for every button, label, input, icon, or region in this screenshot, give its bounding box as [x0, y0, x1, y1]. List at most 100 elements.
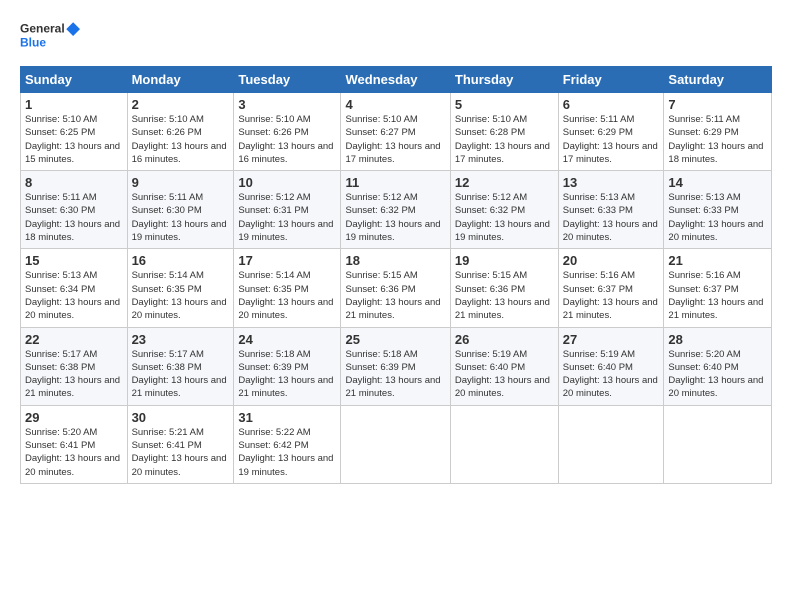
day-number: 20 — [563, 253, 660, 268]
sunrise-label: Sunrise: 5:20 AM — [668, 349, 740, 360]
sunset-label: Sunset: 6:36 PM — [455, 284, 525, 295]
day-number: 6 — [563, 97, 660, 112]
day-number: 12 — [455, 175, 554, 190]
calendar-cell: 19 Sunrise: 5:15 AM Sunset: 6:36 PM Dayl… — [450, 249, 558, 327]
daylight-label: Daylight: 13 hours and 18 minutes. — [25, 219, 120, 243]
day-number: 5 — [455, 97, 554, 112]
sunrise-label: Sunrise: 5:13 AM — [668, 192, 740, 203]
daylight-label: Daylight: 13 hours and 20 minutes. — [563, 375, 658, 399]
calendar-cell: 17 Sunrise: 5:14 AM Sunset: 6:35 PM Dayl… — [234, 249, 341, 327]
daylight-label: Daylight: 13 hours and 17 minutes. — [345, 141, 440, 165]
weekday-header-friday: Friday — [558, 67, 664, 93]
day-number: 10 — [238, 175, 336, 190]
sunset-label: Sunset: 6:26 PM — [238, 127, 308, 138]
calendar-cell: 7 Sunrise: 5:11 AM Sunset: 6:29 PM Dayli… — [664, 93, 772, 171]
day-info: Sunrise: 5:11 AM Sunset: 6:29 PM Dayligh… — [563, 113, 660, 166]
calendar-cell: 2 Sunrise: 5:10 AM Sunset: 6:26 PM Dayli… — [127, 93, 234, 171]
daylight-label: Daylight: 13 hours and 21 minutes. — [563, 297, 658, 321]
daylight-label: Daylight: 13 hours and 20 minutes. — [668, 219, 763, 243]
sunrise-label: Sunrise: 5:21 AM — [132, 427, 204, 438]
day-info: Sunrise: 5:20 AM Sunset: 6:40 PM Dayligh… — [668, 348, 767, 401]
day-info: Sunrise: 5:18 AM Sunset: 6:39 PM Dayligh… — [238, 348, 336, 401]
day-number: 17 — [238, 253, 336, 268]
daylight-label: Daylight: 13 hours and 19 minutes. — [455, 219, 550, 243]
sunrise-label: Sunrise: 5:16 AM — [563, 270, 635, 281]
sunrise-label: Sunrise: 5:13 AM — [25, 270, 97, 281]
day-number: 4 — [345, 97, 445, 112]
day-info: Sunrise: 5:15 AM Sunset: 6:36 PM Dayligh… — [455, 269, 554, 322]
day-info: Sunrise: 5:16 AM Sunset: 6:37 PM Dayligh… — [563, 269, 660, 322]
day-number: 29 — [25, 410, 123, 425]
sunrise-label: Sunrise: 5:15 AM — [455, 270, 527, 281]
sunrise-label: Sunrise: 5:11 AM — [132, 192, 204, 203]
sunset-label: Sunset: 6:34 PM — [25, 284, 95, 295]
day-info: Sunrise: 5:17 AM Sunset: 6:38 PM Dayligh… — [25, 348, 123, 401]
day-number: 25 — [345, 332, 445, 347]
sunrise-label: Sunrise: 5:19 AM — [455, 349, 527, 360]
calendar-cell: 23 Sunrise: 5:17 AM Sunset: 6:38 PM Dayl… — [127, 327, 234, 405]
day-info: Sunrise: 5:13 AM Sunset: 6:34 PM Dayligh… — [25, 269, 123, 322]
calendar-cell: 28 Sunrise: 5:20 AM Sunset: 6:40 PM Dayl… — [664, 327, 772, 405]
sunset-label: Sunset: 6:29 PM — [668, 127, 738, 138]
daylight-label: Daylight: 13 hours and 21 minutes. — [455, 297, 550, 321]
day-number: 21 — [668, 253, 767, 268]
sunset-label: Sunset: 6:42 PM — [238, 440, 308, 451]
day-info: Sunrise: 5:15 AM Sunset: 6:36 PM Dayligh… — [345, 269, 445, 322]
sunrise-label: Sunrise: 5:12 AM — [455, 192, 527, 203]
sunrise-label: Sunrise: 5:11 AM — [668, 114, 740, 125]
day-info: Sunrise: 5:11 AM Sunset: 6:30 PM Dayligh… — [25, 191, 123, 244]
calendar-week-1: 1 Sunrise: 5:10 AM Sunset: 6:25 PM Dayli… — [21, 93, 772, 171]
day-info: Sunrise: 5:22 AM Sunset: 6:42 PM Dayligh… — [238, 426, 336, 479]
day-number: 22 — [25, 332, 123, 347]
sunrise-label: Sunrise: 5:14 AM — [238, 270, 310, 281]
sunset-label: Sunset: 6:28 PM — [455, 127, 525, 138]
calendar-cell: 22 Sunrise: 5:17 AM Sunset: 6:38 PM Dayl… — [21, 327, 128, 405]
calendar-cell: 16 Sunrise: 5:14 AM Sunset: 6:35 PM Dayl… — [127, 249, 234, 327]
day-info: Sunrise: 5:21 AM Sunset: 6:41 PM Dayligh… — [132, 426, 230, 479]
day-number: 2 — [132, 97, 230, 112]
daylight-label: Daylight: 13 hours and 20 minutes. — [132, 297, 227, 321]
calendar-cell: 18 Sunrise: 5:15 AM Sunset: 6:36 PM Dayl… — [341, 249, 450, 327]
calendar-week-4: 22 Sunrise: 5:17 AM Sunset: 6:38 PM Dayl… — [21, 327, 772, 405]
day-number: 7 — [668, 97, 767, 112]
calendar-cell: 27 Sunrise: 5:19 AM Sunset: 6:40 PM Dayl… — [558, 327, 664, 405]
sunrise-label: Sunrise: 5:10 AM — [345, 114, 417, 125]
logo: General Blue — [20, 16, 80, 56]
day-info: Sunrise: 5:12 AM Sunset: 6:31 PM Dayligh… — [238, 191, 336, 244]
day-info: Sunrise: 5:20 AM Sunset: 6:41 PM Dayligh… — [25, 426, 123, 479]
sunrise-label: Sunrise: 5:22 AM — [238, 427, 310, 438]
day-info: Sunrise: 5:17 AM Sunset: 6:38 PM Dayligh… — [132, 348, 230, 401]
day-info: Sunrise: 5:11 AM Sunset: 6:30 PM Dayligh… — [132, 191, 230, 244]
daylight-label: Daylight: 13 hours and 19 minutes. — [238, 453, 333, 477]
calendar-cell: 29 Sunrise: 5:20 AM Sunset: 6:41 PM Dayl… — [21, 405, 128, 483]
daylight-label: Daylight: 13 hours and 19 minutes. — [345, 219, 440, 243]
day-number: 1 — [25, 97, 123, 112]
calendar-week-5: 29 Sunrise: 5:20 AM Sunset: 6:41 PM Dayl… — [21, 405, 772, 483]
sunrise-label: Sunrise: 5:14 AM — [132, 270, 204, 281]
svg-text:General: General — [20, 22, 65, 36]
sunset-label: Sunset: 6:40 PM — [455, 362, 525, 373]
daylight-label: Daylight: 13 hours and 15 minutes. — [25, 141, 120, 165]
daylight-label: Daylight: 13 hours and 20 minutes. — [455, 375, 550, 399]
sunset-label: Sunset: 6:30 PM — [132, 205, 202, 216]
weekday-header-sunday: Sunday — [21, 67, 128, 93]
day-number: 31 — [238, 410, 336, 425]
day-number: 9 — [132, 175, 230, 190]
sunset-label: Sunset: 6:33 PM — [668, 205, 738, 216]
daylight-label: Daylight: 13 hours and 21 minutes. — [345, 375, 440, 399]
calendar-cell: 8 Sunrise: 5:11 AM Sunset: 6:30 PM Dayli… — [21, 171, 128, 249]
sunset-label: Sunset: 6:39 PM — [345, 362, 415, 373]
day-number: 19 — [455, 253, 554, 268]
weekday-header-wednesday: Wednesday — [341, 67, 450, 93]
sunrise-label: Sunrise: 5:13 AM — [563, 192, 635, 203]
day-number: 13 — [563, 175, 660, 190]
weekday-header-monday: Monday — [127, 67, 234, 93]
sunrise-label: Sunrise: 5:10 AM — [132, 114, 204, 125]
day-info: Sunrise: 5:13 AM Sunset: 6:33 PM Dayligh… — [668, 191, 767, 244]
calendar-cell: 31 Sunrise: 5:22 AM Sunset: 6:42 PM Dayl… — [234, 405, 341, 483]
sunset-label: Sunset: 6:41 PM — [132, 440, 202, 451]
calendar-cell: 24 Sunrise: 5:18 AM Sunset: 6:39 PM Dayl… — [234, 327, 341, 405]
day-number: 30 — [132, 410, 230, 425]
weekday-header-thursday: Thursday — [450, 67, 558, 93]
logo-icon: General Blue — [20, 16, 80, 56]
